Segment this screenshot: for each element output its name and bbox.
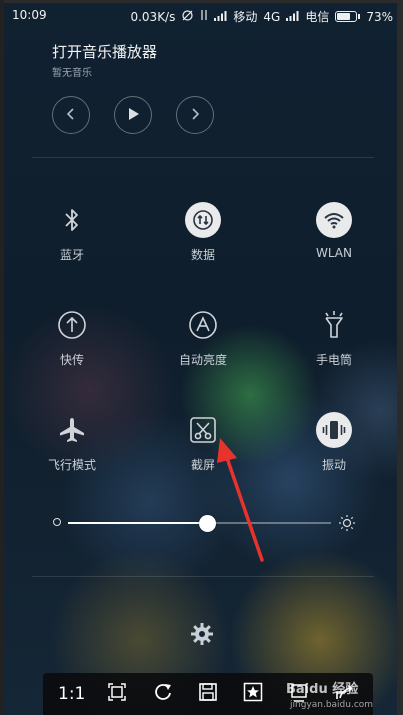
baidu-watermark-url: jingyan.baidu.com <box>290 700 374 710</box>
baidu-watermark: Baidu 经验 <box>286 682 359 697</box>
favorite-icon <box>243 682 263 707</box>
rotate-button[interactable] <box>148 679 178 709</box>
actual-size-label: 1:1 <box>58 684 86 704</box>
actual-size-button[interactable]: 1:1 <box>57 679 87 709</box>
fit-screen-icon <box>108 682 126 706</box>
annotation-arrow <box>217 438 264 562</box>
favorite-button[interactable] <box>238 679 268 709</box>
screenshot-frame: 10:09 0.03K/s 移动 4G 电信 73% 打开音乐播放器 暂无音乐 … <box>0 0 403 715</box>
rotate-icon <box>153 682 173 707</box>
save-button[interactable] <box>193 679 223 709</box>
fit-screen-button[interactable] <box>102 679 132 709</box>
save-icon <box>198 682 218 707</box>
